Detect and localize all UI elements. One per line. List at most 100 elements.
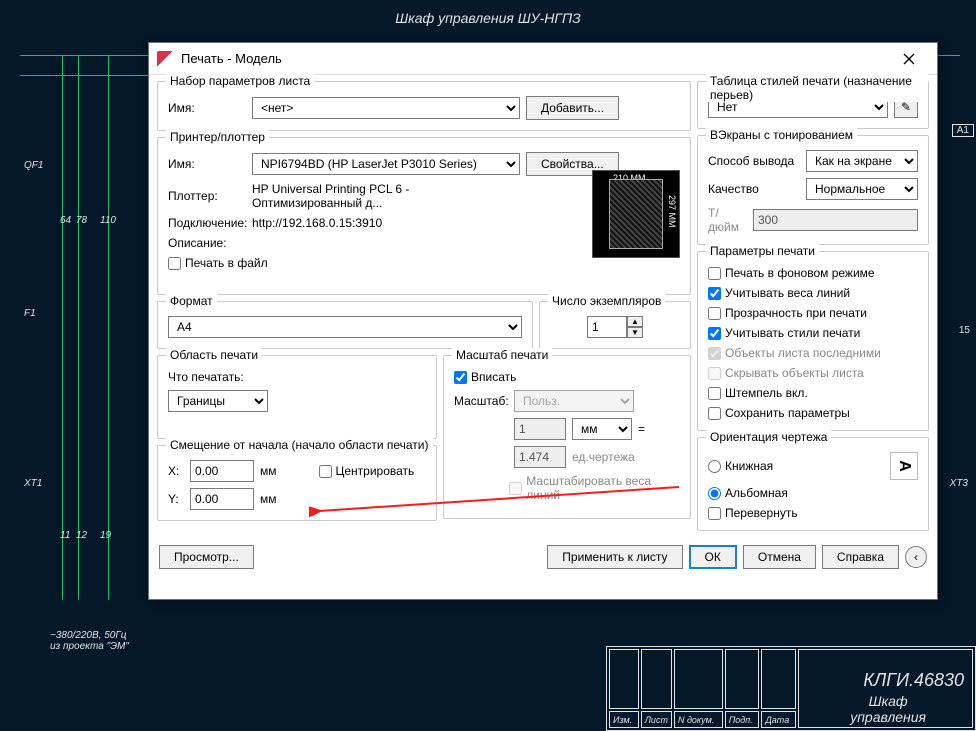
copies-group: Число экземпляров ▲▼ <box>539 301 691 349</box>
y-label: Y: <box>168 492 184 506</box>
center-checkbox[interactable] <box>319 465 332 478</box>
opt-lw-checkbox[interactable] <box>708 287 721 300</box>
plot-to-file-checkbox[interactable] <box>168 257 181 270</box>
scale-select[interactable]: Польз. <box>514 390 634 412</box>
shade-legend: ВЭкраны с тонированием <box>706 128 857 142</box>
x-input[interactable] <box>190 460 254 482</box>
cad-label-xt1: XT1 <box>24 478 42 489</box>
cad-n64: 64 <box>60 215 71 226</box>
pageset-add-button[interactable]: Добавить... <box>526 96 619 120</box>
shade-group: ВЭкраны с тонированием Способ выводаКак … <box>697 135 929 245</box>
cad-n78: 78 <box>76 215 87 226</box>
scale-num-input[interactable] <box>514 418 566 440</box>
equals-sign: = <box>638 422 645 436</box>
scale-unit-select[interactable]: мм <box>572 418 632 440</box>
where-label: Подключение: <box>168 216 246 230</box>
ok-button[interactable]: ОК <box>689 545 737 569</box>
dialog-footer: Просмотр... Применить к листу ОК Отмена … <box>149 537 937 577</box>
cad-label-f1: F1 <box>24 308 36 319</box>
copies-input[interactable] <box>587 316 627 338</box>
scale-den-label: ед.чертежа <box>572 450 635 464</box>
pageset-name-select[interactable]: <нет> <box>252 97 520 119</box>
dpi-input <box>753 209 918 231</box>
opt-tr-checkbox[interactable] <box>708 307 721 320</box>
orientation-icon: A <box>890 452 918 480</box>
opts-legend: Параметры печати <box>706 244 819 258</box>
center-label: Центрировать <box>336 464 415 478</box>
cad-n11: 11 <box>60 530 70 541</box>
where-value: http://192.168.0.15:3910 <box>252 216 382 230</box>
opt-ps-checkbox[interactable] <box>708 327 721 340</box>
landscape-label: Альбомная <box>725 486 788 500</box>
preview-button[interactable]: Просмотр... <box>159 545 254 569</box>
printer-name-label: Имя: <box>168 157 246 171</box>
close-button[interactable] <box>889 45 929 73</box>
scale-label: Масштаб: <box>454 394 508 408</box>
portrait-radio[interactable] <box>708 460 721 473</box>
opt-ps-label: Учитывать стили печати <box>725 326 860 340</box>
drawing-title: Шкаф управления ШУ-НГПЗ <box>395 10 581 26</box>
opt-save-checkbox[interactable] <box>708 407 721 420</box>
opt-hide-label: Скрывать объекты листа <box>725 366 864 380</box>
scale-lw-label: Масштабировать веса линий <box>526 474 680 502</box>
printer-name-select[interactable]: NPI6794BD (HP LaserJet P3010 Series) <box>252 153 520 175</box>
offset-legend: Смещение от начала (начало области печат… <box>166 438 433 452</box>
scale-lw-checkbox[interactable] <box>509 482 522 495</box>
autocad-icon <box>157 51 173 67</box>
printer-legend: Принтер/плоттер <box>166 130 269 144</box>
shade-mode-label: Способ вывода <box>708 154 800 168</box>
plot-styles-group: Таблица стилей печати (назначение перьев… <box>697 81 929 129</box>
plot-options-group: Параметры печати Печать в фоновом режиме… <box>697 251 929 431</box>
close-icon <box>903 53 915 65</box>
scale-den-input[interactable] <box>514 446 566 468</box>
cad-power: ~380/220В, 50Гц из проекта "ЭМ" <box>50 630 129 652</box>
opt-tr-label: Прозрачность при печати <box>725 306 867 320</box>
expand-button[interactable]: ‹ <box>905 546 927 568</box>
x-label: X: <box>168 464 184 478</box>
page-setup-group: Набор параметров листа Имя: <нет> Добави… <box>157 81 691 131</box>
opt-lw-label: Учитывать веса линий <box>725 286 850 300</box>
dialog-title: Печать - Модель <box>181 51 889 66</box>
pageset-name-label: Имя: <box>168 101 246 115</box>
copies-down-button[interactable]: ▼ <box>627 327 643 338</box>
scale-legend: Масштаб печати <box>452 348 552 362</box>
paper-size-select[interactable]: A4 <box>168 316 522 338</box>
shade-qual-select[interactable]: Нормальное <box>806 178 918 200</box>
plot-to-file-label: Печать в файл <box>185 256 268 270</box>
opt-stamp-checkbox[interactable] <box>708 387 721 400</box>
chevron-left-icon: ‹ <box>914 550 918 564</box>
desc-label: Описание: <box>168 236 246 250</box>
fit-checkbox[interactable] <box>454 371 467 384</box>
cad-label-qf1: QF1 <box>24 160 43 171</box>
opt-stamp-label: Штемпель вкл. <box>725 386 808 400</box>
apply-layout-button[interactable]: Применить к листу <box>547 545 682 569</box>
printer-group: Принтер/плоттер Имя: NPI6794BD (HP Laser… <box>157 137 691 295</box>
cad-n110: 110 <box>100 215 116 226</box>
border-15: 15 <box>955 325 974 336</box>
scale-group: Масштаб печати Вписать Масштаб:Польз. мм… <box>443 355 691 519</box>
cad-n19: 19 <box>100 530 111 541</box>
cad-label-xt3: XT3 <box>950 478 968 489</box>
help-button[interactable]: Справка <box>822 545 899 569</box>
page-setup-legend: Набор параметров листа <box>166 74 314 88</box>
landscape-radio[interactable] <box>708 487 721 500</box>
offset-group: Смещение от начала (начало области печат… <box>157 445 437 521</box>
y-input[interactable] <box>190 488 254 510</box>
orientation-group: Ориентация чертежа Книжная A Альбомная П… <box>697 437 929 531</box>
paper-preview: 210 MM 297 MM <box>592 170 680 258</box>
area-what-select[interactable]: Границы <box>168 390 268 412</box>
plot-area-group: Область печати Что печатать: Границы <box>157 355 437 439</box>
fit-label: Вписать <box>471 370 516 384</box>
area-legend: Область печати <box>166 348 262 362</box>
shade-mode-select[interactable]: Как на экране <box>806 150 918 172</box>
copies-spinner[interactable]: ▲▼ <box>587 316 643 338</box>
opt-hide-checkbox <box>708 367 721 380</box>
y-unit: мм <box>260 492 277 506</box>
copies-up-button[interactable]: ▲ <box>627 316 643 327</box>
cancel-button[interactable]: Отмена <box>743 545 816 569</box>
area-what-label: Что печатать: <box>168 370 244 384</box>
titlebar[interactable]: Печать - Модель <box>149 43 937 75</box>
opt-bg-checkbox[interactable] <box>708 267 721 280</box>
upside-checkbox[interactable] <box>708 507 721 520</box>
cad-n12: 12 <box>76 530 87 541</box>
